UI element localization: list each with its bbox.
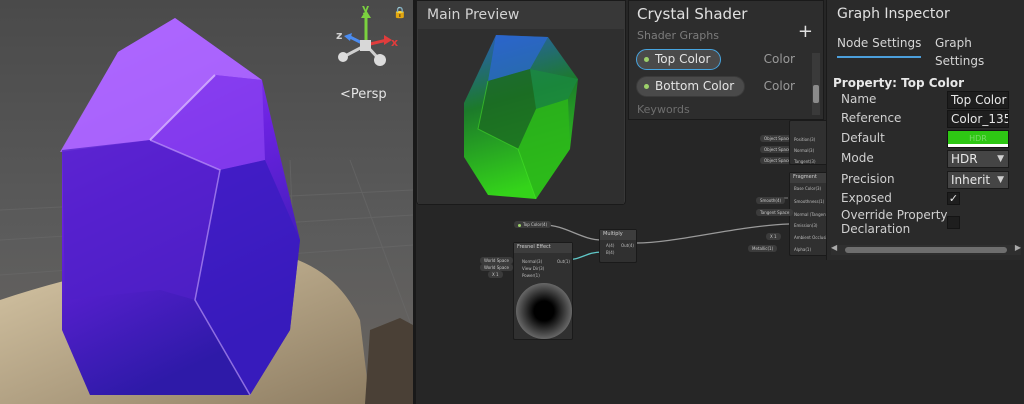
fragment-port-normal[interactable]: Normal (Tangent) <box>794 212 829 217</box>
fresnel-input-power[interactable]: Power(1) <box>522 273 540 278</box>
fragment-port-alpha[interactable]: Alpha(1) <box>794 247 811 252</box>
property-name: Bottom Color <box>655 79 735 93</box>
main-preview-canvas[interactable] <box>418 29 624 204</box>
fragment-pill-metallic[interactable]: Metallic(1) <box>748 245 778 252</box>
multiply-node-title: Multiply <box>600 230 636 240</box>
vertex-port-position[interactable]: Position(3) <box>794 137 815 142</box>
fresnel-output[interactable]: Out(1) <box>557 259 570 264</box>
projection-label: Persp <box>350 87 387 102</box>
override-label-line1: Override Property <box>841 208 948 222</box>
projection-toggle[interactable]: <Persp <box>340 87 387 102</box>
scene-view[interactable]: y x z 🔒 <Persp <box>0 0 413 404</box>
precision-value: Inherit <box>951 173 991 187</box>
property-section-title: Property: Top Color <box>833 76 965 90</box>
reference-label: Reference <box>841 111 902 125</box>
property-dot-icon <box>644 57 649 62</box>
hdr-badge: HDR <box>969 134 987 143</box>
blackboard-scrollbar[interactable] <box>812 53 820 115</box>
multiply-input-b[interactable]: B(4) <box>606 250 614 255</box>
fragment-pill-x1[interactable]: X 1 <box>766 233 781 240</box>
blackboard-title: Crystal Shader <box>637 5 748 23</box>
gizmo-y-label: y <box>362 2 369 15</box>
keywords-section[interactable]: Keywords <box>637 103 690 116</box>
override-label-line2: Declaration <box>841 222 911 236</box>
crystal-mesh[interactable] <box>60 18 300 396</box>
gizmo-x-label: x <box>391 36 398 49</box>
plus-icon[interactable]: + <box>798 21 813 42</box>
preview-crystal <box>464 35 578 200</box>
vertex-block[interactable]: Position(3) Normal(3) Tangent(3) <box>789 120 829 165</box>
top-color-node-label: Top Color(4) <box>523 222 548 227</box>
fresnel-input-viewdir[interactable]: View Dir(3) <box>522 266 544 271</box>
mode-label: Mode <box>841 151 874 165</box>
multiply-node[interactable]: Multiply A(4) B(4) Out(4) <box>599 229 637 263</box>
fresnel-pill-power[interactable]: X 1 <box>488 271 503 278</box>
property-dot-icon <box>644 84 649 89</box>
fragment-port-basecolor[interactable]: Base Color(3) <box>794 186 821 191</box>
scroll-right-icon[interactable]: ▶ <box>1015 243 1021 252</box>
color-intensity-bar <box>948 144 1008 147</box>
precision-label: Precision <box>841 172 895 186</box>
fresnel-pill-normal[interactable]: World Space <box>480 257 513 264</box>
property-pill-bottom-color[interactable]: Bottom Color <box>636 76 746 97</box>
fragment-title: Fragment <box>790 173 828 183</box>
checkmark-icon: ✓ <box>948 192 959 205</box>
fragment-pill-smooth[interactable]: Smooth(4) <box>756 197 786 204</box>
override-checkbox[interactable] <box>947 216 960 229</box>
fragment-pill-tangent[interactable]: Tangent Space <box>756 209 794 216</box>
exposed-checkbox[interactable]: ✓ <box>947 192 960 205</box>
fresnel-node-title: Fresnel Effect <box>514 243 572 253</box>
name-label: Name <box>841 92 877 106</box>
lock-icon[interactable]: 🔒 <box>393 6 407 19</box>
reference-field[interactable]: Color_135 <box>947 110 1009 128</box>
property-type: Color <box>763 52 795 66</box>
exposed-label: Exposed <box>841 191 892 205</box>
scrollbar-thumb[interactable] <box>845 247 1007 253</box>
chevron-down-icon: ▼ <box>997 175 1004 185</box>
scrollbar-thumb[interactable] <box>813 85 819 103</box>
graph-inspector-panel[interactable]: Graph Inspector Node Settings Graph Sett… <box>826 0 1024 260</box>
inspector-hscrollbar[interactable]: ◀ ▶ <box>831 243 1021 255</box>
fresnel-effect-node[interactable]: Fresnel Effect Normal(3) View Dir(3) Pow… <box>513 242 573 340</box>
fresnel-pill-viewdir[interactable]: World Space <box>480 264 513 271</box>
fragment-port-smoothness[interactable]: Smoothness(1) <box>794 199 824 204</box>
top-color-node[interactable]: Top Color(4) <box>514 221 552 228</box>
fresnel-preview <box>516 283 572 339</box>
property-dot-icon <box>518 223 521 227</box>
multiply-input-a[interactable]: A(4) <box>606 243 614 248</box>
orientation-gizmo[interactable]: y x z <box>336 2 398 66</box>
property-type: Color <box>763 79 795 93</box>
default-color-field[interactable]: HDR <box>947 130 1009 148</box>
precision-dropdown[interactable]: Inherit ▼ <box>947 171 1009 189</box>
blackboard-subtitle: Shader Graphs <box>637 29 719 42</box>
property-pill-top-color[interactable]: Top Color <box>636 49 722 70</box>
dark-rock <box>365 318 413 404</box>
fresnel-input-normal[interactable]: Normal(3) <box>522 259 542 264</box>
name-field[interactable]: Top Color <box>947 91 1009 109</box>
inspector-title: Graph Inspector <box>837 6 950 22</box>
fragment-block[interactable]: Fragment Base Color(3) Smoothness(1) Nor… <box>789 172 832 256</box>
blackboard-panel[interactable]: Crystal Shader Shader Graphs + Top Color… <box>628 0 824 120</box>
chevron-down-icon: ▼ <box>997 154 1004 164</box>
main-preview-panel[interactable]: Main Preview <box>416 0 626 205</box>
tab-graph-settings[interactable]: Graph Settings <box>935 34 1024 68</box>
property-name: Top Color <box>655 52 711 66</box>
main-preview-title: Main Preview <box>427 7 520 23</box>
scene-viewport[interactable]: y x z <box>0 0 413 404</box>
default-label: Default <box>841 131 885 145</box>
mode-dropdown[interactable]: HDR ▼ <box>947 150 1009 168</box>
mode-value: HDR <box>951 152 978 166</box>
vertex-port-tangent[interactable]: Tangent(3) <box>794 159 816 164</box>
fragment-port-emission[interactable]: Emission(3) <box>794 223 817 228</box>
tab-node-settings[interactable]: Node Settings <box>837 34 922 58</box>
gizmo-z-label: z <box>336 29 342 42</box>
multiply-output[interactable]: Out(4) <box>621 243 634 248</box>
scroll-left-icon[interactable]: ◀ <box>831 243 837 252</box>
vertex-port-normal[interactable]: Normal(3) <box>794 148 814 153</box>
